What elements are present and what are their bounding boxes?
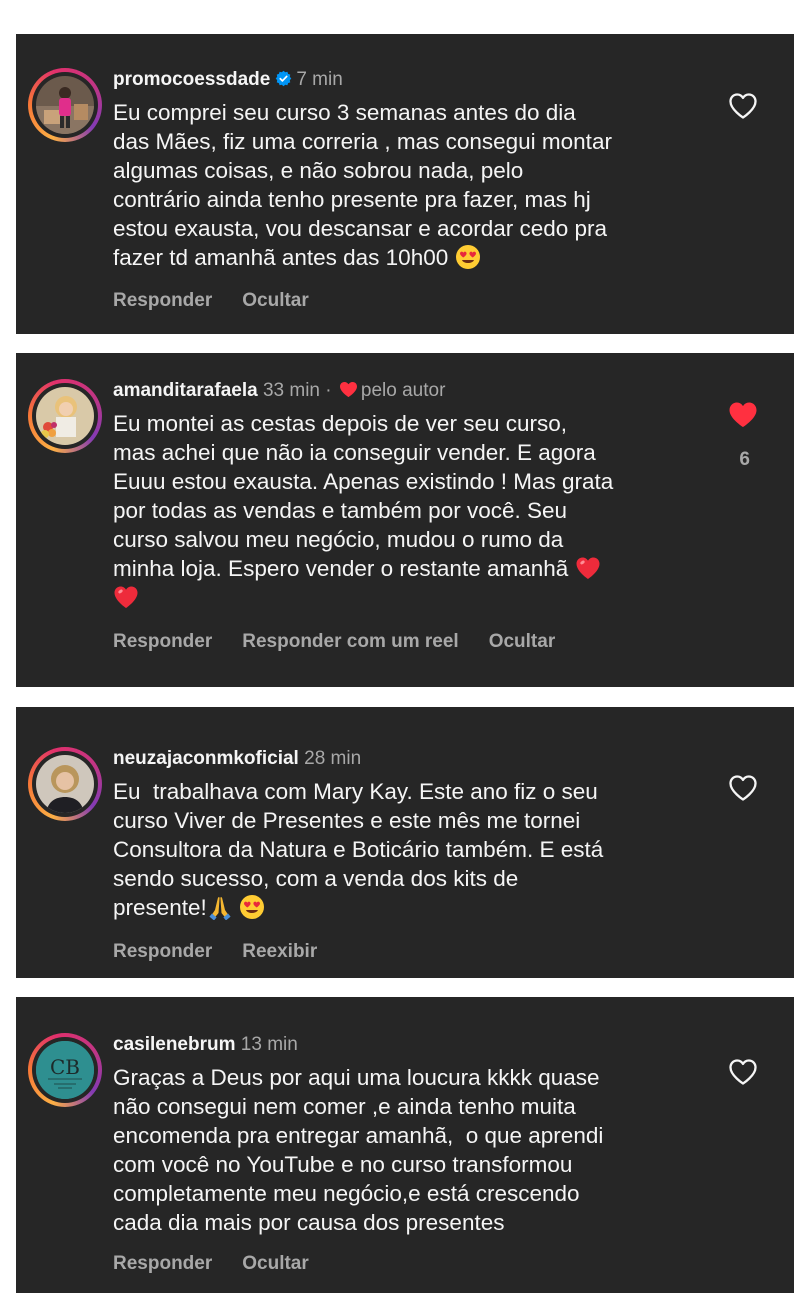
verified-badge-icon — [276, 70, 292, 87]
comment-line: Graças a Deus por aqui uma loucura kkkk … — [113, 1065, 600, 1090]
comment-line: Eu trabalhava com Mary Kay. Este ano fiz… — [113, 779, 598, 804]
comment-timestamp: 7 min — [296, 69, 343, 90]
comment-line: estou exausta, vou descansar e acordar c… — [113, 216, 608, 241]
comment-text: Eu comprei seu curso 3 semanas antes do … — [113, 98, 703, 272]
red-heart-emoji-icon — [114, 586, 138, 608]
comment-username[interactable]: neuzajaconmkoficial — [113, 748, 299, 769]
red-heart-emoji-icon — [576, 557, 600, 579]
avatar[interactable]: CB — [28, 1033, 102, 1107]
heart-filled-icon[interactable] — [728, 401, 758, 429]
comment-line: Eu comprei seu curso 3 semanas antes do … — [113, 100, 576, 125]
comment-card: amanditarafaela 33 min · pelo autor Eu m… — [16, 353, 794, 687]
comment-timestamp: 28 min — [304, 748, 362, 769]
heart-eyes-emoji-icon — [455, 245, 480, 269]
comment-username[interactable]: promocoessdade — [113, 69, 270, 90]
comment-line: Eu montei as cestas depois de ver seu cu… — [113, 411, 567, 436]
comment-text: Eu montei as cestas depois de ver seu cu… — [113, 409, 703, 612]
comment-actions: Responder Reexibir — [113, 941, 347, 963]
liked-by-author-heart-icon — [339, 381, 357, 398]
separator-dot: · — [325, 380, 332, 401]
comment-line: minha loja. Espero vender o restante ama… — [113, 556, 569, 581]
comment-line: fazer td amanhã antes das 10h00 — [113, 245, 449, 270]
avatar-photo — [36, 387, 94, 445]
reply-button[interactable]: Responder — [113, 631, 212, 652]
heart-outline-icon[interactable] — [728, 1058, 758, 1086]
avatar-photo: CB — [36, 1041, 94, 1099]
comment-line: curso salvou meu negócio, mudou o rumo d… — [113, 527, 564, 552]
comment-line: contrário ainda tenho presente pra fazer… — [113, 187, 591, 212]
like-count: 6 — [739, 449, 750, 470]
liked-by-author-label: pelo autor — [360, 380, 446, 401]
comment-actions: Responder Ocultar — [113, 1253, 339, 1275]
comment-line: por todas as vendas e também por você. S… — [113, 498, 568, 523]
comment-line: cada dia mais por causa dos presentes — [113, 1210, 505, 1235]
heart-eyes-emoji-icon — [240, 895, 265, 919]
comment-actions: Responder Responder com um reel Ocultar — [113, 631, 585, 653]
unhide-button[interactable]: Reexibir — [242, 941, 317, 962]
comment-card: CB casilenebrum 13 min Graças a Deus por… — [16, 997, 794, 1293]
comment-card: promocoessdade 7 min Eu comprei seu curso… — [16, 34, 794, 334]
avatar-photo — [36, 755, 94, 813]
heart-outline-icon[interactable] — [728, 774, 758, 802]
comment-actions: Responder Ocultar — [113, 290, 339, 312]
comment-line: algumas coisas, e não sobrou nada, pelo — [113, 158, 524, 183]
folded-hands-emoji-icon — [209, 897, 231, 920]
comment-line: Consultora da Natura e Boticário também.… — [113, 837, 604, 862]
heart-outline-icon[interactable] — [728, 92, 758, 120]
comment-line: das Mães, fiz uma correria , mas consegu… — [113, 129, 612, 154]
avatar[interactable] — [28, 379, 102, 453]
comment-timestamp: 13 min — [240, 1034, 298, 1055]
reply-button[interactable]: Responder — [113, 290, 212, 311]
hide-button[interactable]: Ocultar — [489, 631, 556, 652]
comment-text: Eu trabalhava com Mary Kay. Este ano fiz… — [113, 777, 703, 922]
comment-line: encomenda pra entregar amanhã, o que apr… — [113, 1123, 604, 1148]
comment-line: completamente meu negócio,e está crescen… — [113, 1181, 580, 1206]
comment-text: Graças a Deus por aqui uma loucura kkkk … — [113, 1063, 703, 1237]
comment-line: sendo sucesso, com a venda dos kits de — [113, 866, 519, 891]
comment-timestamp: 33 min — [262, 380, 320, 401]
avatar[interactable] — [28, 747, 102, 821]
comment-username[interactable]: amanditarafaela — [113, 380, 258, 401]
comment-line: curso Viver de Presentes e este mês me t… — [113, 808, 581, 833]
comment-line: Euuu estou exausta. Apenas existindo ! M… — [113, 469, 614, 494]
reply-button[interactable]: Responder — [113, 941, 212, 962]
hide-button[interactable]: Ocultar — [242, 1253, 309, 1274]
avatar[interactable] — [28, 68, 102, 142]
comment-card: neuzajaconmkoficial 28 min Eu trabalhava… — [16, 707, 794, 978]
avatar-photo — [36, 76, 94, 134]
avatar-monogram: CB — [50, 1055, 80, 1079]
comment-line: mas achei que não ia conseguir vender. E… — [113, 440, 596, 465]
comment-line: com você no YouTube e no curso transform… — [113, 1152, 573, 1177]
reply-with-reel-button[interactable]: Responder com um reel — [242, 631, 458, 652]
comment-line: presente! — [113, 895, 207, 920]
comment-username[interactable]: casilenebrum — [113, 1034, 236, 1055]
hide-button[interactable]: Ocultar — [242, 290, 309, 311]
reply-button[interactable]: Responder — [113, 1253, 212, 1274]
comments-page: promocoessdade 7 min Eu comprei seu curso… — [0, 0, 810, 1313]
comment-line: não consegui nem comer ,e ainda tenho mu… — [113, 1094, 576, 1119]
